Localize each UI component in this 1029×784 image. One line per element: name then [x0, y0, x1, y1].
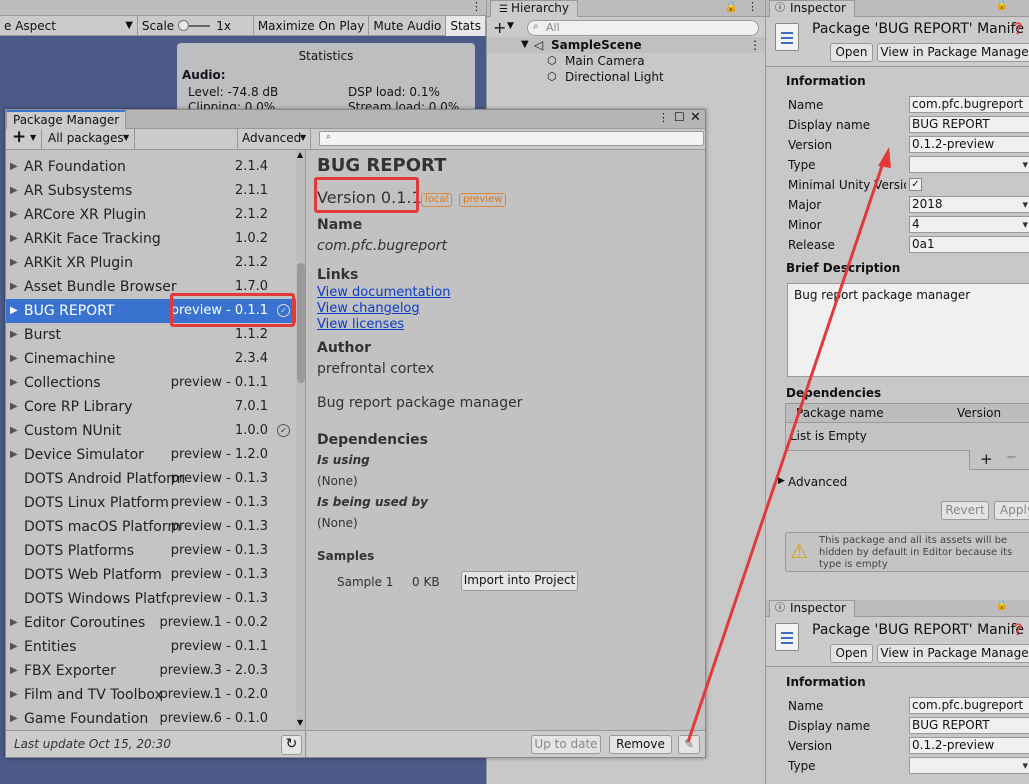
annotation-arrow [686, 147, 891, 743]
annotation-arrow-head [878, 147, 891, 168]
annotation-arrow-line [686, 159, 886, 743]
